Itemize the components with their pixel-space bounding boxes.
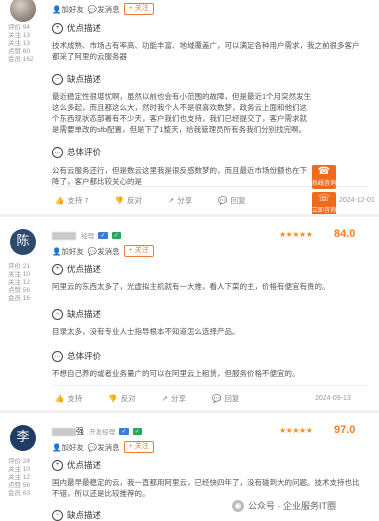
username[interactable]: 经理 ✓ ✓ [52,230,121,240]
comment-icon: … [52,350,63,362]
avatar[interactable]: 陈 [10,229,36,255]
review-footer: 👍 支持 7 👎 反对 ↗ 分享 💬 回复 [55,195,272,206]
disadvantages-header: − 缺点描述 [52,308,101,320]
thumbs-down-icon: 👎 [108,394,118,403]
comment-icon: … [52,146,63,158]
review-footer: 👍 支持 👎 反对 ↗ 分享 💬 回复 [55,393,265,404]
username[interactable]: 强 开发经理 ✓ ✓ [52,426,142,437]
level-badge: ✓ [119,428,129,436]
thumbs-up-icon: 👍 [55,196,65,205]
thumbs-down-icon: − [52,73,63,85]
user-stats: 评价 24 关注 10 关注 12 点赞 56 会员 63 [8,458,31,497]
divider-line [52,385,368,386]
message-link[interactable]: 💬发消息 [88,4,120,15]
avatar[interactable] [10,0,36,22]
consult-button[interactable]: ☏ 立即咨询 [312,192,336,216]
reply-icon: 💬 [218,196,228,205]
thumbs-down-icon: − [52,509,63,521]
advantages-header: + 优点描述 [52,459,101,471]
level-badge: ✓ [98,232,108,240]
disadvantages-header: − 缺点描述 [52,509,101,521]
add-friend-link[interactable]: 👤加好友 [52,246,84,257]
rating-stars: ★★★★★ [279,426,313,435]
message-link[interactable]: 💬发消息 [88,442,120,453]
share-button[interactable]: ↗ 分享 [168,195,192,206]
blurred-name [52,231,76,240]
blurred-name [52,427,76,436]
oppose-button[interactable]: 👎 反对 [108,393,135,404]
stat-likes: 点赞 60 [8,48,31,55]
user-stats: 评价 21 关注 10 关注 12 点赞 56 会员 16 [8,263,31,302]
user-actions: 👤加好友 💬发消息 + 关注 [52,3,154,15]
rating-stars: ★★★★★ [279,230,313,239]
share-icon: ↗ [167,196,175,205]
wechat-icon: ◉ [232,499,244,512]
summary-header: … 总体评价 [52,350,101,362]
rating-score: 84.0 [334,228,356,240]
stat-member: 会员 162 [8,56,34,63]
verify-badge: ✓ [111,232,121,240]
disadvantages-text: 目录太多，没有专业人士指导根本不知道怎么选择产品。 [52,327,240,336]
advantages-text: 国内最早最稳定的云，我一直都用阿里云，已经快四年了，没有碰到大的问题。技术支持也… [52,478,360,498]
oppose-button[interactable]: 👎 反对 [115,195,142,206]
user-stats: 评价 94 关注 13 关注 13 点赞 60 会员 162 [8,24,44,64]
advantages-header: + 优点描述 [52,22,101,34]
share-icon: ↗ [161,394,168,403]
chat-icon: ☏ [317,193,331,204]
support-button[interactable]: 👍 支持 7 [55,195,89,206]
thumbs-up-icon: 👍 [55,394,65,403]
verify-badge: ✓ [132,428,142,436]
advantages-text: 阿里云的东西太多了，光虚拟主机就有一大推，看人下菜的主，价格有便宜有贵的。 [52,282,330,291]
reply-button[interactable]: 💬 回复 [218,195,245,206]
user-actions: 👤加好友 💬发消息 + 关注 [52,245,154,257]
review-date: 2024-09-13 [315,395,351,402]
add-friend-link[interactable]: 👤加好友 [52,4,84,15]
review-date: 2024-12-01 [339,197,375,204]
stat-fans: 关注 13 [8,40,31,47]
message-link[interactable]: 💬发消息 [88,246,120,257]
follow-button[interactable]: + 关注 [123,441,154,453]
disadvantages-header: − 缺点描述 [52,73,101,85]
thumbs-down-icon: 👎 [114,196,124,205]
stat-follow: 关注 13 [8,32,31,39]
summary-header: … 总体评价 [52,146,101,158]
avatar[interactable]: 李 [10,425,36,451]
thumbs-up-icon: + [52,459,63,471]
hotline-button[interactable]: ☎ 热线咨询 [312,165,336,189]
disadvantages-text: 最近稳定性很堪忧啊，虽然以前也会有小范围的故障，但是最近1个月突然发生这么多起，… [52,92,312,134]
reply-button[interactable]: 💬 回复 [212,393,239,404]
add-friend-link[interactable]: 👤加好友 [52,442,84,453]
advantages-text: 技术成熟、市场占有率高、功能丰富、地域覆盖广，可以满足各种用户需求，我之前很多客… [52,41,360,61]
thumbs-up-icon: + [52,263,63,275]
summary-text: 不想自己养的或者业务量广的可以在阿里云上租赁，但服务价格不便宜的。 [52,369,300,378]
rating-score: 97.0 [334,424,356,436]
review-separator [0,410,379,413]
thumbs-up-icon: + [52,22,63,34]
stat-reviews: 评价 94 [8,24,31,31]
support-button[interactable]: 👍 支持 [55,393,82,404]
watermark: ◉ 公众号 · 企业服务IT圈 [232,499,336,512]
advantages-header: + 优点描述 [52,263,101,275]
thumbs-down-icon: − [52,308,63,320]
share-button[interactable]: ↗ 分享 [162,393,186,404]
user-actions: 👤加好友 💬发消息 + 关注 [52,441,154,453]
follow-button[interactable]: + 关注 [123,3,154,15]
phone-icon: ☎ [317,166,331,177]
follow-button[interactable]: + 关注 [123,245,154,257]
reply-icon: 💬 [211,394,222,403]
summary-text: 公有云服务还行，但是数云这里我是很反感数梦的，而且最近市场份额也在下降了，客户都… [52,166,307,186]
review-separator [0,214,379,217]
